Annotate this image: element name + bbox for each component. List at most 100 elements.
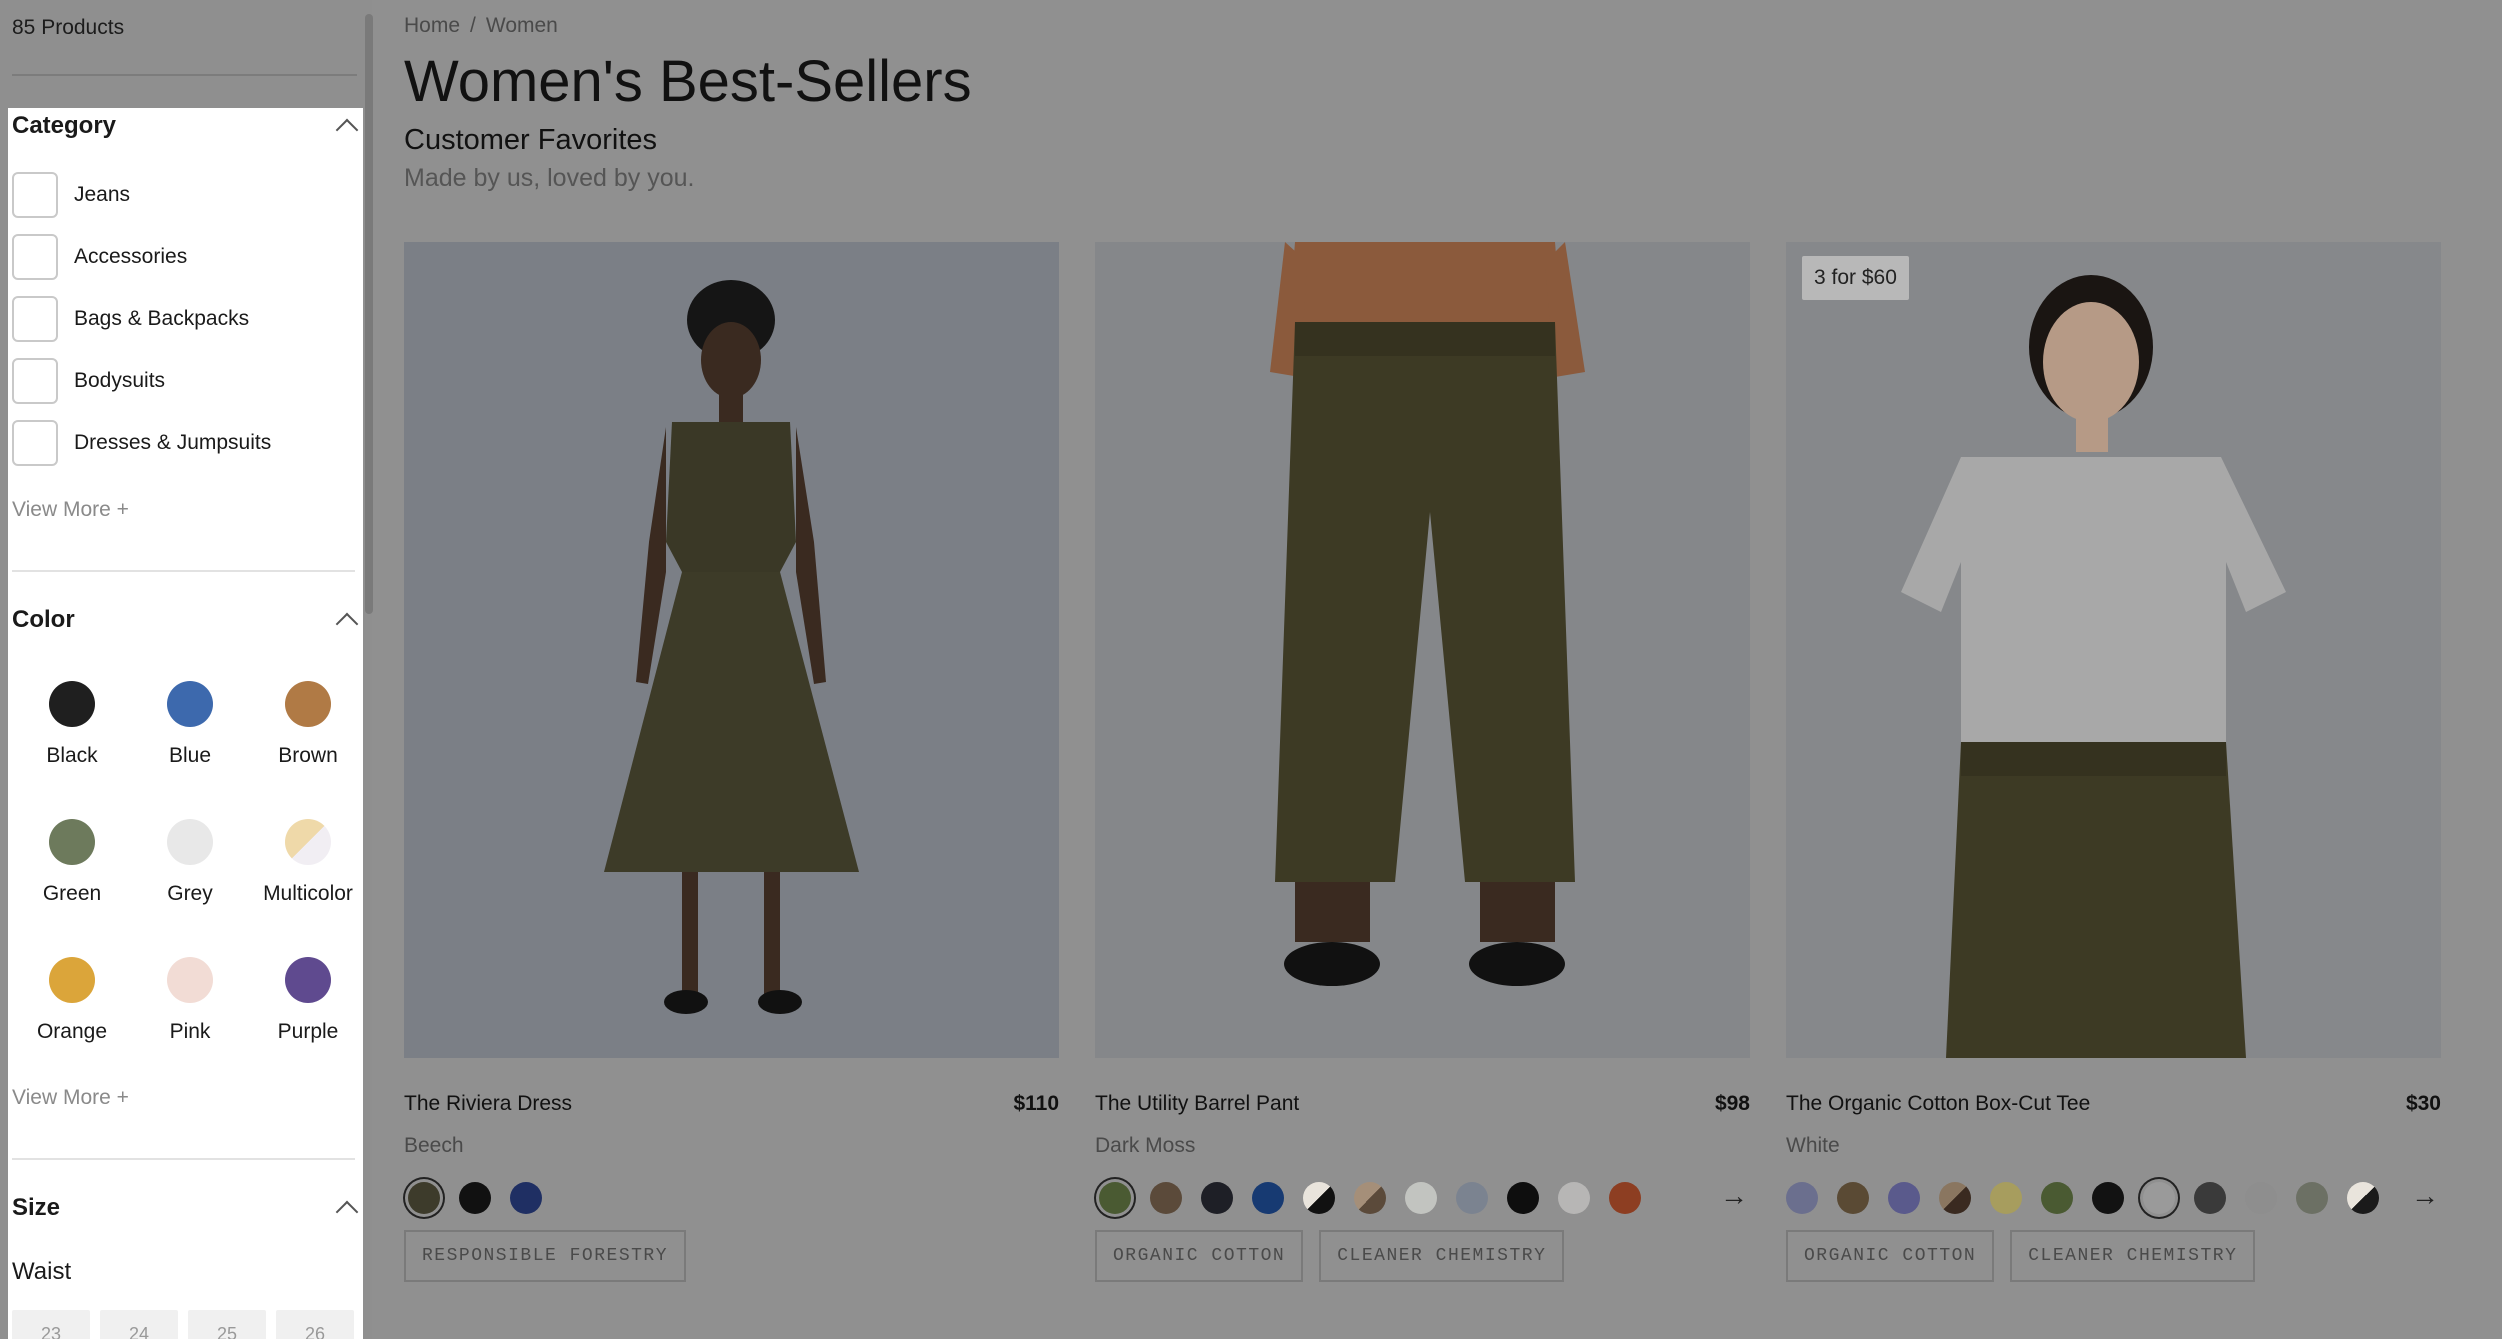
breadcrumb-current[interactable]: Women	[486, 14, 558, 37]
color-swatch[interactable]	[2347, 1182, 2379, 1214]
swatch-label: Blue	[168, 744, 212, 767]
color-view-more-link[interactable]: View More +	[12, 1086, 129, 1110]
color-swatch[interactable]	[459, 1182, 491, 1214]
color-swatch-green[interactable]: Green	[13, 819, 131, 906]
color-swatch[interactable]	[2092, 1182, 2124, 1214]
selected-color-name: White	[1786, 1134, 1840, 1157]
color-swatch[interactable]	[1507, 1182, 1539, 1214]
pant-model-illustration	[1095, 242, 1750, 1058]
waist-option[interactable]: 26	[276, 1310, 354, 1339]
category-item-bodysuits[interactable]: Bodysuits	[12, 357, 165, 405]
color-swatch-orange[interactable]: Orange	[13, 957, 131, 1044]
color-swatch[interactable]	[1939, 1182, 1971, 1214]
product-tag[interactable]: CLEANER CHEMISTRY	[1319, 1230, 1565, 1282]
color-swatch[interactable]	[1558, 1182, 1590, 1214]
product-image[interactable]	[1095, 242, 1750, 1058]
selected-color-name: Dark Moss	[1095, 1134, 1196, 1157]
product-tag[interactable]: ORGANIC COTTON	[1786, 1230, 1995, 1282]
pink-swatch-dot	[167, 957, 213, 1003]
color-swatch[interactable]	[1252, 1182, 1284, 1214]
category-item-bags[interactable]: Bags & Backpacks	[12, 295, 249, 343]
color-swatch[interactable]	[1837, 1182, 1869, 1214]
checkbox[interactable]	[12, 172, 58, 218]
color-swatch-brown[interactable]: Brown	[249, 681, 367, 768]
product-name[interactable]: The Riviera Dress	[404, 1092, 572, 1116]
category-view-more-link[interactable]: View More +	[12, 498, 129, 522]
color-swatch[interactable]	[1405, 1182, 1437, 1214]
product-tag[interactable]: RESPONSIBLE FORESTRY	[404, 1230, 687, 1282]
product-image[interactable]: 3 for $60	[1786, 242, 2441, 1058]
swatch-label: Pink	[169, 1020, 211, 1043]
product-tag[interactable]: CLEANER CHEMISTRY	[2010, 1230, 2256, 1282]
category-item-accessories[interactable]: Accessories	[12, 233, 187, 281]
product-tags: RESPONSIBLE FORESTRY	[404, 1230, 687, 1282]
category-label: Dresses & Jumpsuits	[74, 431, 272, 454]
swatch-label: Multicolor	[263, 882, 353, 905]
size-title[interactable]: Size	[12, 1194, 60, 1222]
product-tag[interactable]: ORGANIC COTTON	[1095, 1230, 1304, 1282]
category-label: Jeans	[74, 183, 131, 206]
color-swatch[interactable]	[1786, 1182, 1818, 1214]
checkbox[interactable]	[12, 296, 58, 342]
chevron-up-icon[interactable]	[335, 612, 359, 636]
arrow-right-icon[interactable]: →	[1720, 1180, 1748, 1212]
category-item-jeans[interactable]: Jeans	[12, 171, 130, 219]
sidebar-scrollbar[interactable]	[365, 14, 373, 614]
product-card[interactable]: The Utility Barrel Pant $98 Dark Moss → …	[1095, 242, 1750, 1282]
color-swatch[interactable]	[1888, 1182, 1920, 1214]
category-label: Bodysuits	[74, 369, 166, 392]
color-swatch[interactable]	[510, 1182, 542, 1214]
product-card[interactable]: The Riviera Dress $110 Beech RESPONSIBLE…	[404, 242, 1059, 1282]
blue-swatch-dot	[167, 681, 213, 727]
chevron-up-icon[interactable]	[335, 118, 359, 142]
swatch-label: Black	[46, 744, 98, 767]
color-swatch-black[interactable]: Black	[13, 681, 131, 768]
color-swatch[interactable]	[1456, 1182, 1488, 1214]
color-swatch-selected[interactable]	[408, 1182, 440, 1214]
color-title[interactable]: Color	[12, 606, 75, 634]
grey-swatch-dot	[167, 819, 213, 865]
product-name[interactable]: The Organic Cotton Box-Cut Tee	[1786, 1092, 2090, 1116]
waist-option[interactable]: 25	[188, 1310, 266, 1339]
color-swatch-purple[interactable]: Purple	[249, 957, 367, 1044]
category-item-dresses[interactable]: Dresses & Jumpsuits	[12, 419, 271, 467]
product-image[interactable]	[404, 242, 1059, 1058]
color-swatch-blue[interactable]: Blue	[131, 681, 249, 768]
color-swatch-pink[interactable]: Pink	[131, 957, 249, 1044]
chevron-up-icon[interactable]	[335, 1200, 359, 1224]
color-swatch[interactable]	[2194, 1182, 2226, 1214]
filter-panel: Category Jeans Accessories Bags & Backpa…	[8, 108, 363, 1339]
arrow-right-icon[interactable]: →	[2411, 1180, 2439, 1212]
checkbox[interactable]	[12, 234, 58, 280]
breadcrumb-separator: /	[470, 14, 476, 37]
checkbox[interactable]	[12, 420, 58, 466]
color-swatch[interactable]	[1609, 1182, 1641, 1214]
orange-swatch-dot	[49, 957, 95, 1003]
product-name-row: The Riviera Dress $110	[404, 1092, 1059, 1116]
color-swatch[interactable]	[1354, 1182, 1386, 1214]
color-swatch[interactable]	[1990, 1182, 2022, 1214]
color-swatch[interactable]	[1150, 1182, 1182, 1214]
color-swatch-grey[interactable]: Grey	[131, 819, 249, 906]
product-swatches: →	[1786, 1180, 2441, 1218]
waist-option[interactable]: 23	[12, 1310, 90, 1339]
color-swatch[interactable]	[2041, 1182, 2073, 1214]
color-swatch-selected[interactable]	[1099, 1182, 1131, 1214]
promo-badge: 3 for $60	[1802, 256, 1909, 300]
color-swatch-multicolor[interactable]: Multicolor	[249, 819, 367, 906]
color-swatch[interactable]	[2245, 1182, 2277, 1214]
waist-label: Waist	[12, 1258, 72, 1285]
product-tags: ORGANIC COTTON CLEANER CHEMISTRY	[1095, 1230, 1565, 1282]
product-price: $98	[1714, 1092, 1750, 1115]
breadcrumb-home-link[interactable]: Home	[404, 14, 460, 37]
waist-option[interactable]: 24	[100, 1310, 178, 1339]
product-name[interactable]: The Utility Barrel Pant	[1095, 1092, 1299, 1116]
product-card[interactable]: 3 for $60 The Organic Cotton Box-Cut Tee…	[1786, 242, 2441, 1282]
color-swatch[interactable]	[1201, 1182, 1233, 1214]
color-swatch-selected[interactable]	[2143, 1182, 2175, 1214]
category-title[interactable]: Category	[12, 112, 116, 140]
color-swatch[interactable]	[1303, 1182, 1335, 1214]
color-swatch[interactable]	[2296, 1182, 2328, 1214]
checkbox[interactable]	[12, 358, 58, 404]
brown-swatch-dot	[285, 681, 331, 727]
